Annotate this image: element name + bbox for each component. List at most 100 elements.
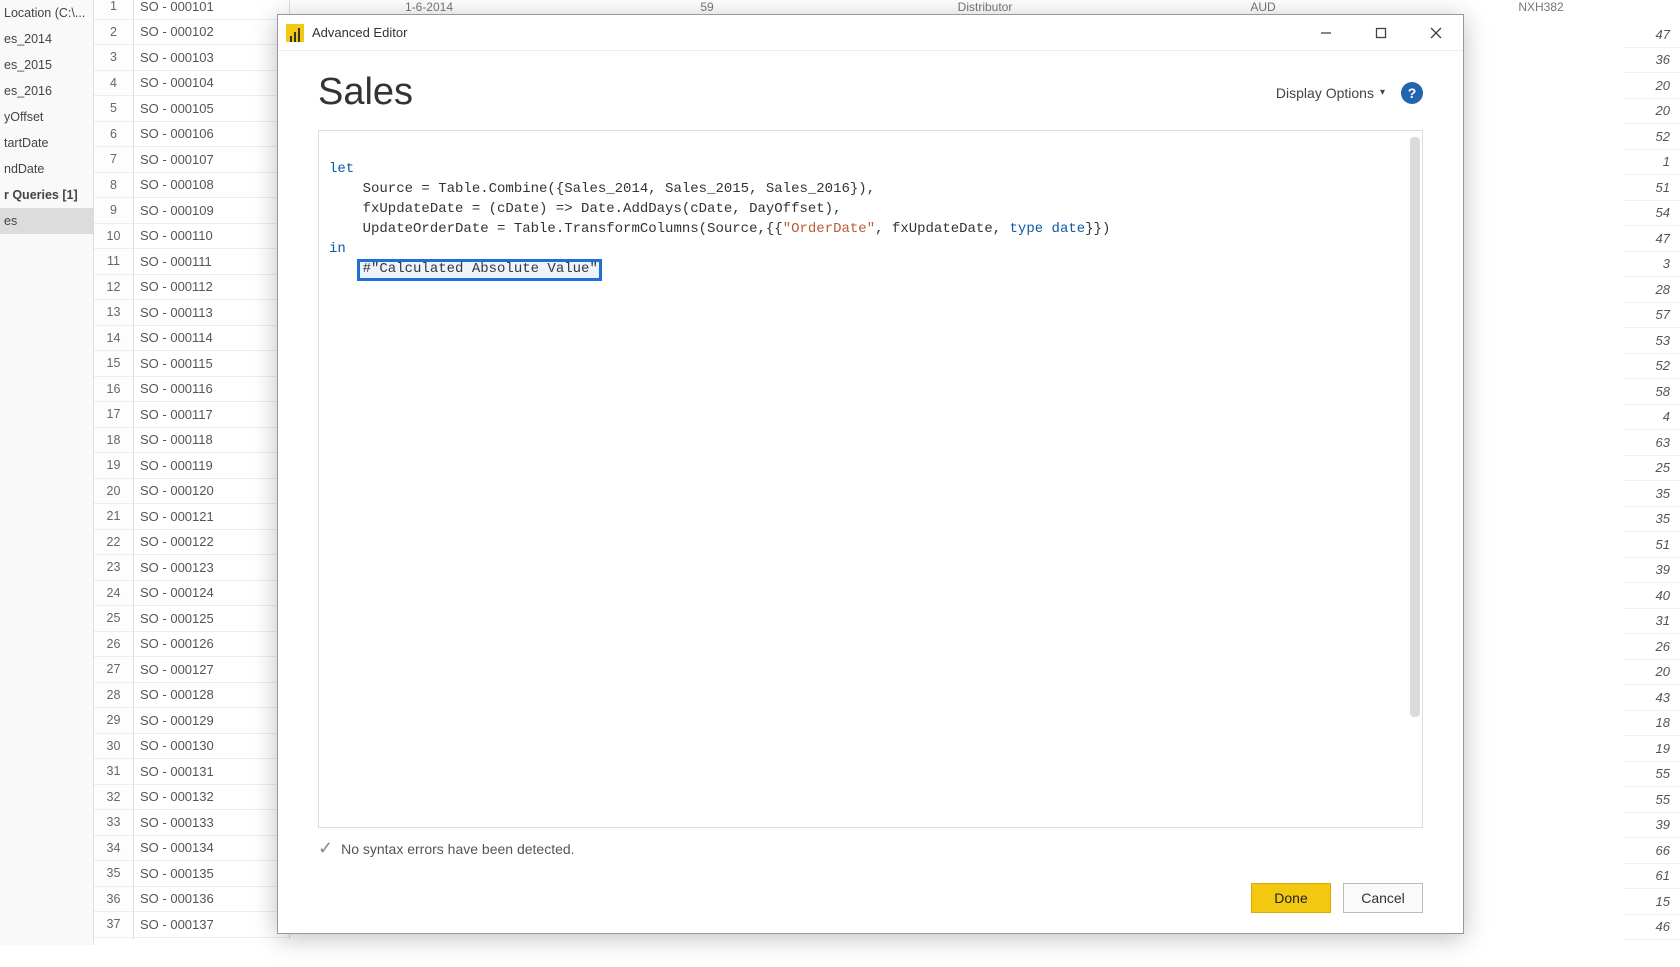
row-number: 24: [94, 581, 133, 607]
code-editor[interactable]: let Source = Table.Combine({Sales_2014, …: [318, 130, 1423, 828]
done-button-label: Done: [1274, 890, 1307, 906]
right-num-cell: 35: [1624, 481, 1680, 507]
right-num-cell: 57: [1624, 303, 1680, 329]
so-cell: SO - 000124: [134, 581, 289, 607]
so-cell: SO - 000106: [134, 122, 289, 148]
right-num-cell: 61: [1624, 864, 1680, 890]
powerbi-icon: [286, 24, 304, 42]
row-number: 13: [94, 300, 133, 326]
right-num-cell: 46: [1624, 915, 1680, 941]
check-icon: ✓: [318, 838, 333, 859]
so-cell: SO - 000117: [134, 402, 289, 428]
code-line-3b: , fxUpdateDate,: [875, 221, 1009, 237]
row-number: 37: [94, 912, 133, 938]
row-number: 20: [94, 479, 133, 505]
code-line-1: Source = Table.Combine({Sales_2014, Sale…: [329, 181, 875, 197]
so-cell: SO - 000123: [134, 555, 289, 581]
nav-item[interactable]: es_2016: [0, 78, 93, 104]
row-number: 2: [94, 20, 133, 46]
so-cell: SO - 000108: [134, 173, 289, 199]
so-cell: SO - 000118: [134, 428, 289, 454]
row-number: 25: [94, 606, 133, 632]
done-button[interactable]: Done: [1251, 883, 1331, 913]
so-cell: SO - 000104: [134, 71, 289, 97]
row-number: 31: [94, 759, 133, 785]
code-output-step: #"Calculated Absolute Value": [329, 261, 598, 277]
row-number: 6: [94, 122, 133, 148]
right-num-cell: 47: [1624, 22, 1680, 48]
so-cell: SO - 000128: [134, 683, 289, 709]
right-num-cell: 35: [1624, 507, 1680, 533]
so-cell: SO - 000130: [134, 734, 289, 760]
cancel-button[interactable]: Cancel: [1343, 883, 1423, 913]
right-num-cell: 36: [1624, 48, 1680, 74]
data-preview-header: 1-6-2014 59 Distributor AUD NXH382: [290, 0, 1680, 14]
cancel-button-label: Cancel: [1361, 890, 1405, 906]
so-cell: SO - 000114: [134, 326, 289, 352]
row-number: 21: [94, 504, 133, 530]
query-name-heading: Sales: [318, 71, 413, 114]
so-cell: SO - 000125: [134, 606, 289, 632]
row-number: 16: [94, 377, 133, 403]
right-num-cell: 26: [1624, 634, 1680, 660]
row-number: 34: [94, 836, 133, 862]
row-number: 19: [94, 453, 133, 479]
editor-scrollbar[interactable]: [1410, 137, 1420, 717]
right-num-cell: 63: [1624, 430, 1680, 456]
nav-item[interactable]: es: [0, 208, 93, 234]
so-cell: SO - 000111: [134, 249, 289, 275]
minimize-button[interactable]: [1298, 15, 1353, 51]
so-cell: SO - 000126: [134, 632, 289, 658]
right-num-cell: 66: [1624, 838, 1680, 864]
row-number: 29: [94, 708, 133, 734]
display-options-dropdown[interactable]: Display Options ▾: [1276, 85, 1385, 101]
so-cell: SO - 000132: [134, 785, 289, 811]
nav-item[interactable]: yOffset: [0, 104, 93, 130]
maximize-button[interactable]: [1353, 15, 1408, 51]
nav-item[interactable]: ndDate: [0, 156, 93, 182]
row-number: 5: [94, 96, 133, 122]
nav-item[interactable]: r Queries [1]: [0, 182, 93, 208]
so-cell: SO - 000122: [134, 530, 289, 556]
nav-item[interactable]: es_2014: [0, 26, 93, 52]
queries-nav-panel[interactable]: Location (C:\...es_2014es_2015es_2016yOf…: [0, 0, 94, 945]
help-icon[interactable]: ?: [1401, 82, 1423, 104]
kw-date: date: [1052, 221, 1086, 237]
row-number: 10: [94, 224, 133, 250]
col-qty: 59: [568, 0, 846, 14]
syntax-status-row: ✓ No syntax errors have been detected.: [318, 828, 1423, 859]
right-num-cell: 43: [1624, 685, 1680, 711]
right-num-cell: 28: [1624, 277, 1680, 303]
row-number: 32: [94, 785, 133, 811]
right-num-cell: 51: [1624, 175, 1680, 201]
row-number: 22: [94, 530, 133, 556]
so-cell: SO - 000103: [134, 45, 289, 71]
advanced-editor-dialog: Advanced Editor Sales Display Options ▾ …: [277, 14, 1464, 934]
nav-item[interactable]: tartDate: [0, 130, 93, 156]
so-cell: SO - 000109: [134, 198, 289, 224]
row-number: 23: [94, 555, 133, 581]
right-num-cell: 18: [1624, 711, 1680, 737]
kw-let: let: [329, 161, 354, 177]
so-cell: SO - 000137: [134, 912, 289, 938]
col-date: 1-6-2014: [290, 0, 568, 14]
row-number: 3: [94, 45, 133, 71]
row-number: 9: [94, 198, 133, 224]
row-number: 7: [94, 147, 133, 173]
nav-item[interactable]: Location (C:\...: [0, 0, 93, 26]
so-cell: SO - 000133: [134, 810, 289, 836]
right-num-cell: 58: [1624, 379, 1680, 405]
row-number: 28: [94, 683, 133, 709]
row-number: 33: [94, 810, 133, 836]
window-controls: [1298, 15, 1463, 51]
row-number: 17: [94, 402, 133, 428]
so-cell: SO - 000135: [134, 861, 289, 887]
row-number: 35: [94, 861, 133, 887]
nav-item[interactable]: es_2015: [0, 52, 93, 78]
close-button[interactable]: [1408, 15, 1463, 51]
so-cell: SO - 000102: [134, 20, 289, 46]
row-number: 12: [94, 275, 133, 301]
right-numeric-column: 4736202052151544732857535258463253535513…: [1624, 22, 1680, 967]
row-number: 36: [94, 887, 133, 913]
right-num-cell: 20: [1624, 99, 1680, 125]
